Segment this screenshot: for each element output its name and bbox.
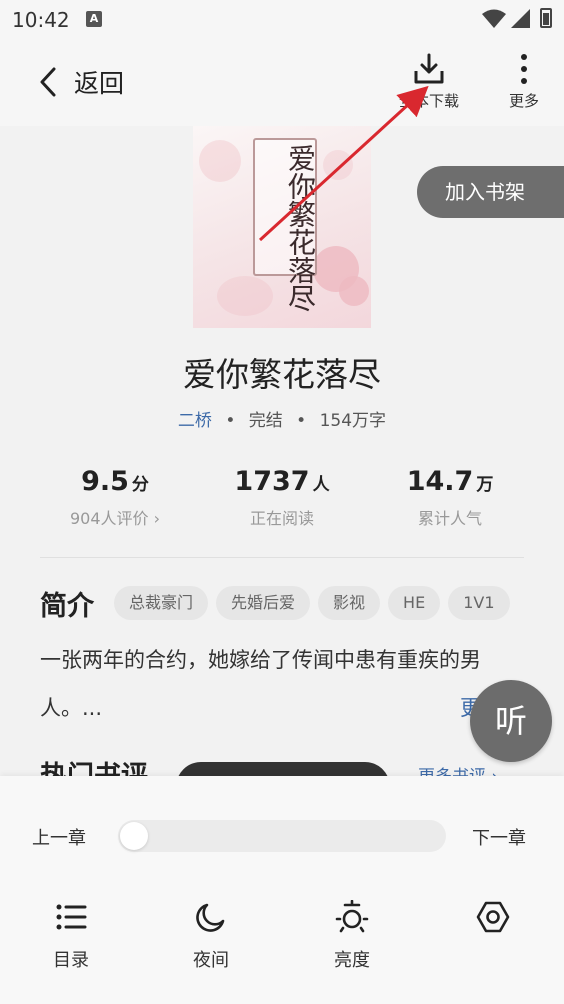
moon-icon bbox=[196, 903, 225, 932]
book-meta: 二桥 • 完结 • 154万字 bbox=[0, 406, 564, 431]
add-to-shelf-button[interactable]: 加入书架 bbox=[417, 166, 564, 218]
rating-unit: 分 bbox=[131, 475, 149, 495]
battery-icon bbox=[540, 8, 552, 28]
word-count: 154万字 bbox=[319, 411, 387, 431]
book-detail: 爱你繁花落尽 加入书架 爱你繁花落尽 二桥 • 完结 • 154万字 9.5 分 … bbox=[0, 126, 564, 776]
brightness-button[interactable]: 亮度 bbox=[312, 899, 392, 972]
chevron-left-icon bbox=[40, 67, 56, 97]
popularity-unit: 万 bbox=[476, 475, 494, 495]
more-vertical-icon bbox=[521, 54, 527, 84]
readers-label: 正在阅读 bbox=[249, 509, 314, 528]
rating-stat[interactable]: 9.5 分 904人评价 › bbox=[60, 466, 170, 529]
hot-reviews-heading: 热门书评 bbox=[40, 754, 148, 776]
chapter-progress-slider[interactable] bbox=[118, 820, 446, 852]
brightness-icon bbox=[335, 899, 369, 933]
next-chapter-button[interactable]: 下一章 bbox=[472, 824, 526, 850]
download-icon bbox=[414, 53, 444, 84]
tag[interactable]: 总裁豪门 bbox=[114, 586, 209, 620]
wifi-icon bbox=[482, 9, 506, 28]
divider bbox=[40, 557, 524, 558]
more-reviews-link[interactable]: 更多书评 › bbox=[418, 762, 498, 776]
catalog-button[interactable]: 目录 bbox=[31, 900, 111, 972]
popularity-label: 累计人气 bbox=[417, 509, 482, 528]
tag[interactable]: HE bbox=[388, 586, 441, 620]
book-cover[interactable]: 爱你繁花落尽 bbox=[193, 126, 371, 328]
signal-icon bbox=[511, 9, 530, 28]
brightness-label: 亮度 bbox=[334, 950, 370, 971]
intro-text[interactable]: 一张两年的合约，她嫁给了传闻中患有重疾的男人。... bbox=[40, 636, 524, 732]
tag[interactable]: 先婚后爱 bbox=[216, 586, 311, 620]
list-icon bbox=[56, 904, 87, 930]
listen-button[interactable]: 听 bbox=[470, 680, 552, 762]
back-button[interactable]: 返回 bbox=[36, 62, 146, 102]
status-time: 10:42 bbox=[12, 8, 70, 32]
top-nav: 返回 全本下载 更多 bbox=[0, 40, 564, 126]
back-label: 返回 bbox=[74, 69, 125, 98]
rating-value: 9.5 bbox=[81, 466, 129, 497]
readers-value: 1737 bbox=[234, 466, 310, 497]
separator-dot: • bbox=[225, 411, 236, 431]
stats-row: 9.5 分 904人评价 › 1737 人 正在阅读 14.7 万 累计人气 bbox=[40, 466, 524, 536]
download-label: 全本下载 bbox=[398, 92, 459, 110]
catalog-label: 目录 bbox=[53, 950, 89, 971]
readers-unit: 人 bbox=[312, 475, 330, 495]
download-all-button[interactable]: 全本下载 bbox=[396, 52, 462, 111]
tag[interactable]: 影视 bbox=[318, 586, 381, 620]
author-link[interactable]: 二桥 bbox=[178, 411, 212, 431]
tag-list: 总裁豪门 先婚后爱 影视 HE 1V1 bbox=[114, 586, 518, 620]
rating-count: 904人评价 › bbox=[69, 509, 161, 528]
separator-dot: • bbox=[296, 411, 307, 431]
book-status: 完结 bbox=[248, 411, 283, 431]
intro-heading: 简介 bbox=[40, 591, 94, 622]
more-button[interactable]: 更多 bbox=[502, 52, 546, 111]
tag[interactable]: 1V1 bbox=[448, 586, 510, 620]
more-label: 更多 bbox=[508, 92, 539, 110]
night-mode-button[interactable]: 夜间 bbox=[171, 900, 251, 972]
popularity-stat: 14.7 万 累计人气 bbox=[390, 466, 510, 529]
cover-title: 爱你繁花落尽 bbox=[284, 144, 317, 312]
popularity-value: 14.7 bbox=[406, 466, 474, 497]
reader-panel: 上一章 下一章 目录 夜间 亮度 bbox=[0, 776, 564, 1004]
status-bar: 10:42 A bbox=[0, 0, 564, 40]
hexagon-settings-icon bbox=[476, 901, 510, 933]
slider-thumb[interactable] bbox=[120, 822, 148, 850]
prev-chapter-button[interactable]: 上一章 bbox=[32, 824, 86, 850]
notification-icon: A bbox=[86, 11, 102, 27]
night-mode-label: 夜间 bbox=[193, 950, 229, 971]
readers-stat: 1737 人 正在阅读 bbox=[220, 466, 344, 529]
settings-button[interactable] bbox=[453, 900, 533, 938]
book-title: 爱你繁花落尽 bbox=[183, 355, 381, 394]
review-toast bbox=[176, 762, 390, 776]
